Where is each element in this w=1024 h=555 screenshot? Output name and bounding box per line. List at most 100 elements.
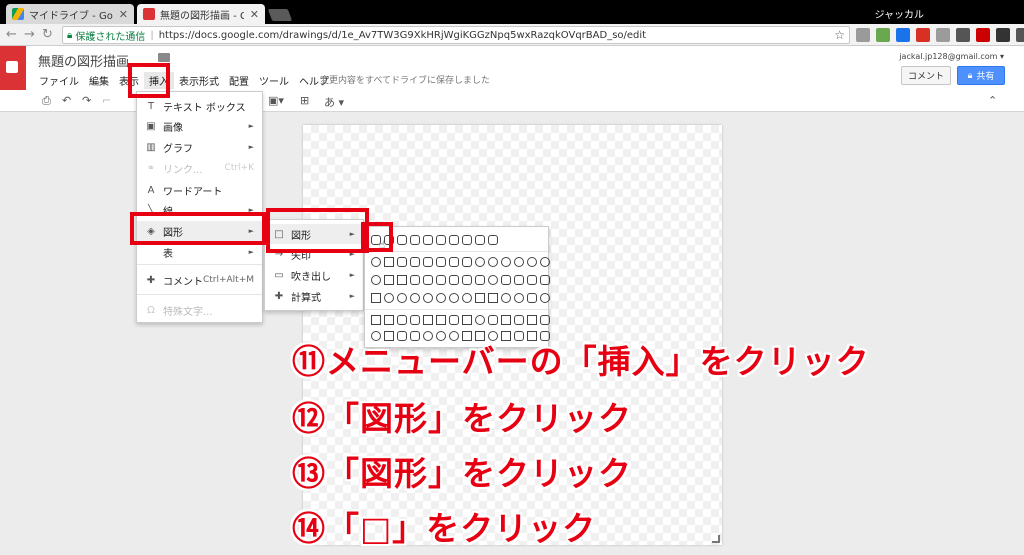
- shape-icon[interactable]: [462, 235, 472, 245]
- insert-menu-item[interactable]: A ワードアート: [137, 180, 262, 200]
- shape-icon[interactable]: [475, 257, 485, 267]
- shape-icon[interactable]: [397, 235, 407, 245]
- folder-icon[interactable]: [158, 53, 170, 62]
- shape-icon[interactable]: [462, 315, 472, 325]
- shape-icon[interactable]: [475, 315, 485, 325]
- shape-icon[interactable]: [384, 315, 394, 325]
- menu-6[interactable]: ツール: [254, 72, 294, 89]
- new-tab-button[interactable]: [267, 9, 293, 21]
- extension-icon[interactable]: [876, 28, 890, 42]
- shape-icon[interactable]: [475, 275, 485, 285]
- tab-drive[interactable]: マイドライブ - Google ドライ ✕: [6, 4, 134, 24]
- image-icon[interactable]: ▣▾: [268, 94, 284, 107]
- paint-format-icon[interactable]: ⌐: [102, 94, 111, 107]
- redo-icon[interactable]: ↷: [82, 94, 91, 107]
- extension-icon[interactable]: [1016, 28, 1024, 42]
- drawings-logo[interactable]: [0, 46, 26, 90]
- shape-icon[interactable]: [527, 293, 537, 303]
- comment-button[interactable]: コメント: [901, 66, 951, 85]
- document-title[interactable]: 無題の図形描画: [38, 51, 129, 70]
- menu-4[interactable]: 表示形式: [174, 72, 224, 89]
- shape-icon[interactable]: [410, 235, 420, 245]
- shape-icon[interactable]: [423, 293, 433, 303]
- shape-icon[interactable]: [449, 293, 459, 303]
- shape-icon[interactable]: [501, 275, 511, 285]
- shape-icon[interactable]: [436, 235, 446, 245]
- forward-icon[interactable]: →: [24, 27, 35, 42]
- share-button[interactable]: 🔒︎ 共有: [957, 66, 1005, 85]
- shape-icon[interactable]: [449, 315, 459, 325]
- shape-icon[interactable]: [488, 257, 498, 267]
- shape-icon[interactable]: [423, 315, 433, 325]
- shape-icon[interactable]: [501, 257, 511, 267]
- close-icon[interactable]: ✕: [250, 8, 259, 21]
- extension-icon[interactable]: [896, 28, 910, 42]
- collapse-chevron-icon[interactable]: ⌃: [988, 94, 997, 107]
- insert-menu-item[interactable]: Ω 特殊文字...: [137, 300, 262, 320]
- menu-1[interactable]: 編集: [84, 72, 114, 89]
- shape-icon[interactable]: [501, 293, 511, 303]
- shape-icon[interactable]: [436, 257, 446, 267]
- insert-menu-item[interactable]: ▣ 画像 ►: [137, 116, 262, 136]
- shape-icon[interactable]: [449, 257, 459, 267]
- shape-icon[interactable]: [488, 315, 498, 325]
- shape-icon[interactable]: [436, 293, 446, 303]
- shape-icon[interactable]: [384, 275, 394, 285]
- shape-icon[interactable]: [475, 293, 485, 303]
- insert-menu-item[interactable]: ⚭ リンク... Ctrl+K: [137, 158, 262, 178]
- shape-icon[interactable]: [462, 275, 472, 285]
- shape-icon[interactable]: [397, 275, 407, 285]
- shape-icon[interactable]: [488, 293, 498, 303]
- shape-icon[interactable]: [514, 293, 524, 303]
- shape-icon[interactable]: [397, 293, 407, 303]
- shape-icon[interactable]: [514, 315, 524, 325]
- shape-icon[interactable]: [423, 235, 433, 245]
- url-input[interactable]: 🔒︎ 保護された通信 | https://docs.google.com/dra…: [62, 26, 850, 44]
- insert-menu-item[interactable]: ✚ コメント Ctrl+Alt+M: [137, 270, 262, 290]
- menu-5[interactable]: 配置: [224, 72, 254, 89]
- shape-icon[interactable]: [462, 293, 472, 303]
- shape-icon[interactable]: [384, 293, 394, 303]
- shape-icon[interactable]: [514, 275, 524, 285]
- shape-icon[interactable]: [540, 257, 550, 267]
- shape-submenu-item[interactable]: ▭ 吹き出し ►: [265, 265, 363, 285]
- extension-icon[interactable]: [936, 28, 950, 42]
- insert-menu-item[interactable]: T テキスト ボックス: [137, 96, 262, 116]
- shape-icon[interactable]: [371, 315, 381, 325]
- shape-icon[interactable]: [514, 257, 524, 267]
- shape-icon[interactable]: [449, 275, 459, 285]
- shape-icon[interactable]: [540, 275, 550, 285]
- shape-icon[interactable]: [540, 315, 550, 325]
- shape-icon[interactable]: [527, 257, 537, 267]
- insert-comment-icon[interactable]: ⊞: [300, 94, 309, 107]
- shape-icon[interactable]: [436, 315, 446, 325]
- back-icon[interactable]: ←: [6, 27, 17, 42]
- shape-icon[interactable]: [397, 315, 407, 325]
- tab-drawing[interactable]: 無題の図形描画 - Google ✕: [137, 4, 265, 24]
- shape-icon[interactable]: [384, 257, 394, 267]
- shape-icon[interactable]: [371, 293, 381, 303]
- insert-menu-item[interactable]: 表 ►: [137, 242, 262, 262]
- menu-0[interactable]: ファイル: [34, 72, 84, 89]
- text-input-tools[interactable]: あ ▾: [324, 94, 344, 110]
- shape-icon[interactable]: [501, 315, 511, 325]
- shape-icon[interactable]: [462, 257, 472, 267]
- shape-submenu-item[interactable]: ✚ 計算式 ►: [265, 286, 363, 306]
- insert-menu-item[interactable]: ▥ グラフ ►: [137, 137, 262, 157]
- print-icon[interactable]: ⎙: [42, 94, 51, 108]
- shape-icon[interactable]: [410, 293, 420, 303]
- profile-name[interactable]: ジャッカル: [875, 6, 925, 21]
- close-icon[interactable]: ✕: [119, 8, 128, 21]
- extension-icon[interactable]: [956, 28, 970, 42]
- reload-icon[interactable]: ↻: [42, 27, 53, 42]
- extension-icon[interactable]: [976, 28, 990, 42]
- extension-icon[interactable]: [916, 28, 930, 42]
- canvas-resize-handle[interactable]: [712, 535, 720, 543]
- undo-icon[interactable]: ↶: [62, 94, 71, 107]
- shape-icon[interactable]: [475, 235, 485, 245]
- bookmark-star-icon[interactable]: ☆: [834, 28, 845, 42]
- shape-icon[interactable]: [540, 293, 550, 303]
- shape-icon[interactable]: [410, 315, 420, 325]
- shape-icon[interactable]: [488, 275, 498, 285]
- shape-icon[interactable]: [423, 257, 433, 267]
